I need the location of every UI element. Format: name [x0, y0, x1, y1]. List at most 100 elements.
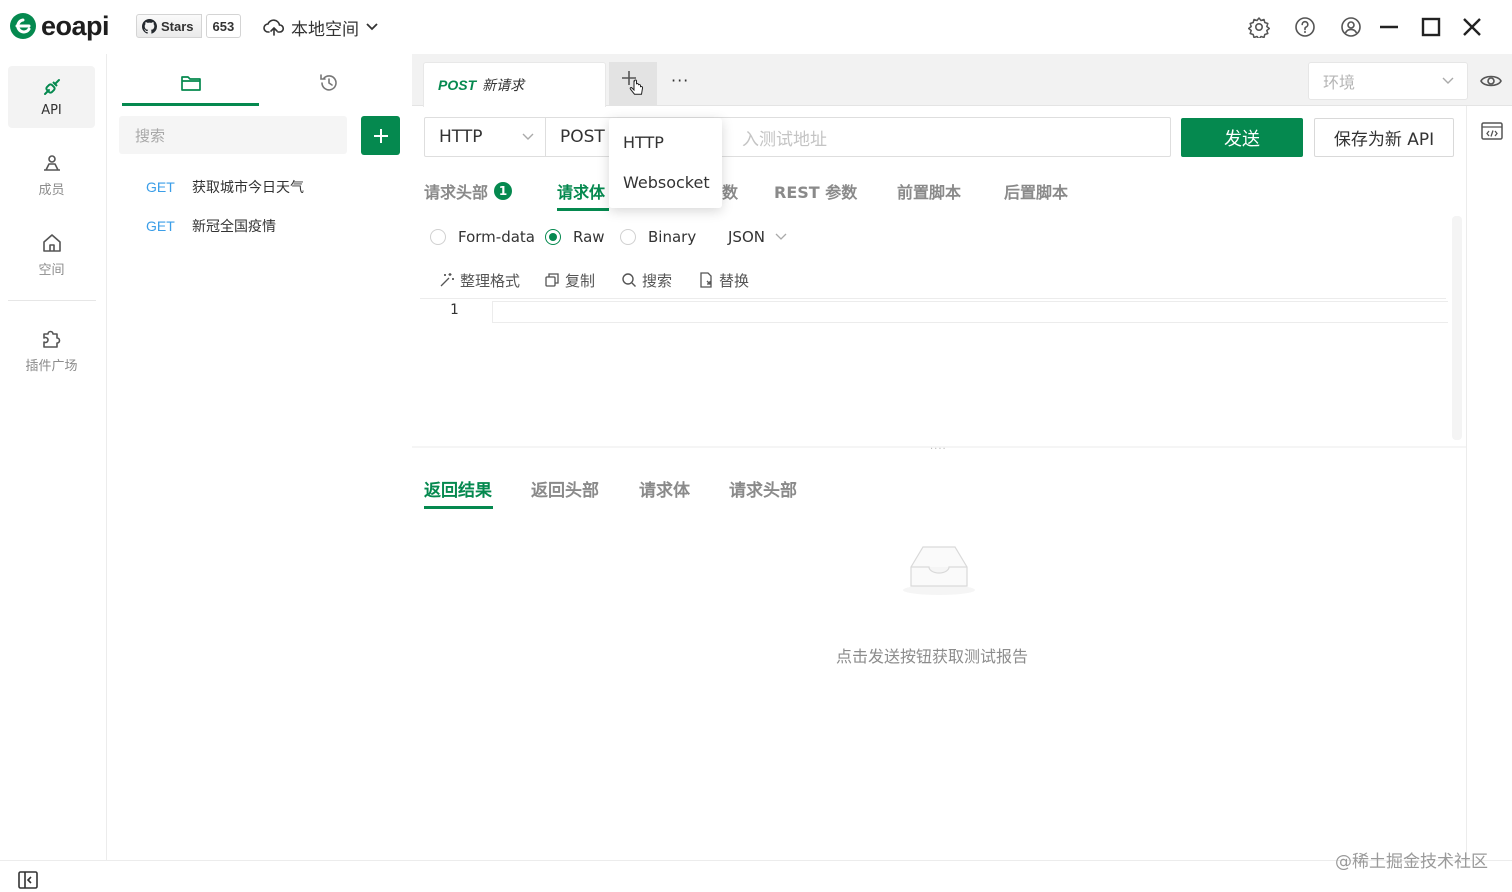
settings-icon[interactable]: [1246, 14, 1272, 40]
format-code-button[interactable]: 整理格式: [439, 270, 520, 290]
home-icon: [42, 234, 61, 252]
close-icon[interactable]: [1459, 14, 1485, 40]
radio-form-data[interactable]: Form-data: [430, 226, 535, 248]
count-badge: 1: [494, 182, 513, 200]
api-name: 新冠全国疫情: [192, 219, 276, 235]
splitter-handle-icon[interactable]: ····: [930, 444, 947, 455]
chevron-down-icon: [775, 233, 787, 240]
tab-rest-params[interactable]: REST 参数: [774, 179, 857, 203]
github-stars-button[interactable]: Stars: [136, 14, 202, 38]
puzzle-icon: [42, 330, 60, 348]
api-side-panel: 搜索 GET 获取城市今日天气 GET 新冠全国疫情: [107, 54, 412, 860]
api-method: GET: [146, 179, 175, 195]
tab-response-request-headers[interactable]: 请求头部: [729, 476, 797, 501]
request-tab-indicator: [557, 208, 609, 211]
save-as-api-button[interactable]: 保存为新 API: [1314, 118, 1454, 157]
api-method: GET: [146, 218, 175, 234]
request-tab-strip: POST 新请求 ··· 环境: [412, 54, 1512, 107]
protocol-value: HTTP: [439, 127, 483, 147]
magic-wand-icon: [440, 273, 454, 287]
editor-top-border: [420, 298, 1446, 299]
tab-label: 前置脚本: [897, 183, 962, 202]
empty-state-text: 点击发送按钮获取测试报告: [836, 647, 1029, 666]
dropdown-item-websocket[interactable]: Websocket: [609, 162, 722, 202]
rail-item-space[interactable]: 空间: [8, 222, 95, 284]
tab-response-result[interactable]: 返回结果: [424, 476, 492, 501]
tab-history[interactable]: [260, 60, 397, 106]
editor-scrollbar[interactable]: [1452, 216, 1462, 440]
request-tab-method: POST: [438, 77, 477, 93]
nav-rail: API 成员 空间 插件广场: [0, 54, 107, 860]
tab-post-script[interactable]: 后置脚本: [1004, 179, 1068, 203]
github-stars-widget[interactable]: Stars 653: [136, 14, 242, 38]
radio-label: Raw: [573, 228, 605, 246]
eye-icon[interactable]: [1478, 68, 1504, 94]
code-panel-icon[interactable]: [1481, 122, 1503, 140]
radio-raw[interactable]: Raw: [545, 226, 605, 248]
rail-item-api[interactable]: API: [8, 66, 95, 128]
user-avatar-icon[interactable]: [1338, 14, 1364, 40]
add-api-button[interactable]: [361, 116, 400, 155]
replace-button[interactable]: 替换: [698, 270, 749, 290]
api-list-item[interactable]: GET 新冠全国疫情: [146, 215, 276, 237]
tool-label: 整理格式: [460, 271, 521, 290]
dropdown-item-http[interactable]: HTTP: [609, 122, 722, 162]
radio-label: Form-data: [458, 228, 535, 246]
right-sidebar: [1466, 106, 1512, 860]
tab-response-headers[interactable]: 返回头部: [531, 476, 599, 501]
tab-query-params[interactable]: 数: [722, 179, 738, 203]
maximize-icon[interactable]: [1418, 14, 1444, 40]
github-icon: [142, 18, 157, 34]
tab-label: 请求头部: [424, 183, 489, 202]
eoapi-logo-icon: [10, 13, 36, 39]
toggle-sidebar-icon[interactable]: [18, 871, 38, 889]
tab-api-list[interactable]: [122, 60, 259, 106]
chevron-down-icon: [366, 23, 378, 31]
tab-request-body[interactable]: 请求体: [557, 179, 605, 203]
protocol-select[interactable]: HTTP: [425, 118, 546, 156]
response-tab-indicator: [424, 506, 493, 509]
hand-cursor-icon: [629, 79, 644, 95]
radio-button[interactable]: [430, 229, 446, 245]
environment-select[interactable]: 环境: [1308, 62, 1468, 100]
tab-pre-script[interactable]: 前置脚本: [897, 179, 961, 203]
radio-button[interactable]: [545, 229, 561, 245]
tab-request-headers[interactable]: 请求头部 1: [424, 179, 513, 203]
tab-response-request-body[interactable]: 请求体: [639, 476, 690, 501]
more-tabs-button[interactable]: ···: [671, 71, 689, 90]
code-editor-line[interactable]: [492, 301, 1448, 323]
api-list-item[interactable]: GET 获取城市今日天气: [146, 176, 304, 198]
request-tab[interactable]: POST 新请求: [423, 62, 606, 107]
radio-binary[interactable]: Binary: [620, 226, 696, 248]
new-tab-button[interactable]: [609, 62, 657, 106]
members-icon: [43, 155, 60, 171]
copy-icon: [545, 273, 559, 287]
send-button[interactable]: 发送: [1181, 118, 1303, 157]
empty-inbox-icon: [899, 541, 979, 597]
content-type-select[interactable]: JSON: [728, 226, 787, 248]
search-input[interactable]: 搜索: [119, 116, 347, 154]
radio-label: Binary: [648, 228, 697, 246]
rail-item-members[interactable]: 成员: [8, 142, 95, 204]
line-number: 1: [450, 302, 459, 318]
minimize-icon[interactable]: [1376, 14, 1402, 40]
tab-label: 请求体: [557, 183, 606, 202]
search-button[interactable]: 搜索: [621, 270, 672, 290]
tab-label: REST 参数: [774, 183, 858, 202]
request-url-bar: HTTP POST 入测试地址: [424, 117, 1171, 157]
rail-label: 成员: [38, 183, 65, 198]
radio-button[interactable]: [620, 229, 636, 245]
status-bar: [0, 860, 1512, 892]
workspace-selector[interactable]: 本地空间: [263, 14, 379, 40]
github-stars-count[interactable]: 653: [205, 14, 242, 38]
rail-item-plugins[interactable]: 插件广场: [8, 316, 95, 378]
tool-label: 替换: [719, 271, 750, 290]
help-icon[interactable]: [1292, 14, 1318, 40]
chevron-down-icon: [522, 133, 534, 140]
api-name: 获取城市今日天气: [192, 180, 304, 196]
copy-button[interactable]: 复制: [544, 270, 595, 290]
panel-tab-indicator: [122, 103, 259, 106]
api-icon: [43, 79, 60, 95]
search-icon: [622, 273, 636, 287]
rail-label: 插件广场: [25, 359, 78, 374]
